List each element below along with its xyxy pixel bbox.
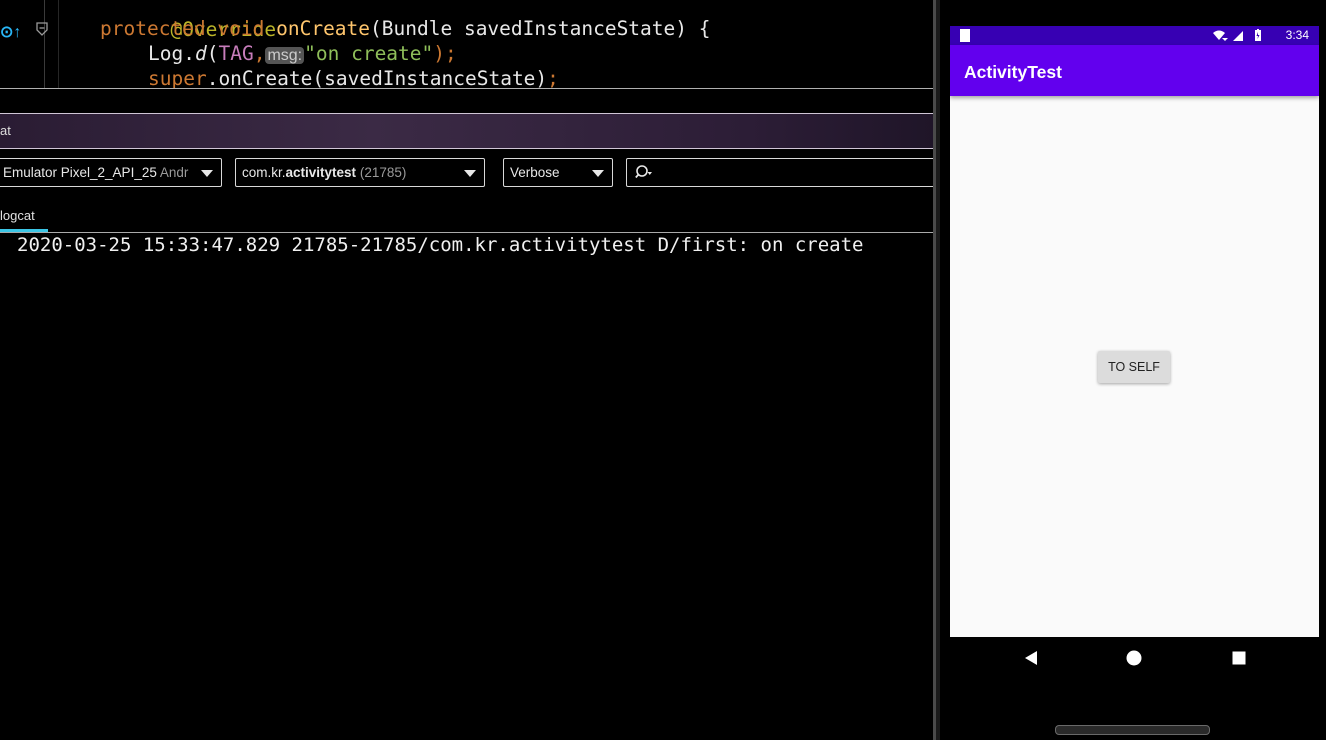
signal-battery-icons [1213,29,1261,41]
device-dropdown[interactable]: Emulator Pixel_2_API_25 Andrc [0,158,222,187]
home-icon[interactable] [1126,650,1142,666]
logcat-toolwindow-header[interactable]: at [0,113,935,149]
chevron-down-icon [201,170,213,177]
search-icon[interactable] [635,164,653,182]
recents-icon[interactable] [1231,650,1247,666]
device-screen[interactable]: 3:34 ActivityTest TO SELF [950,26,1319,637]
tab-logcat[interactable]: logcat [0,208,35,223]
emulator-window: 3:34 ActivityTest TO SELF [940,0,1326,740]
fold-icon[interactable] [36,22,48,36]
back-icon[interactable] [1023,650,1039,666]
app-title: ActivityTest [964,62,1062,82]
status-bar: 3:34 [950,26,1319,45]
code-editor[interactable]: ⊙↑ @Override protected void onCreate(Bun… [0,0,935,88]
process-dropdown[interactable]: com.kr.activitytest (21785) [235,158,485,187]
chevron-down-icon [464,170,476,177]
log-entry[interactable]: 2020-03-25 15:33:47.829 21785-21785/com.… [17,234,863,256]
panel-separator[interactable] [0,88,935,89]
gutter-fold-line [58,0,59,88]
chevron-down-icon [592,170,604,177]
ide-window: ⊙↑ @Override protected void onCreate(Bun… [0,0,946,740]
gutter-divider [44,0,45,88]
tab-strip-border [0,232,935,233]
emulator-scrollbar[interactable] [1055,725,1210,735]
code-line-super-call: super.onCreate(savedInstanceState); [148,67,559,88]
code-line-log-call: Log.d(TAG, msg: "on create"); [148,42,457,65]
log-level-dropdown[interactable]: Verbose [503,158,613,187]
override-marker-icon[interactable]: ⊙↑ [0,22,21,42]
navigation-bar [950,637,1319,681]
status-clock: 3:34 [1285,28,1309,42]
code-line-method-signature: protected void onCreate(Bundle savedInst… [100,17,711,40]
logcat-search-input[interactable] [626,158,946,187]
sd-card-icon [960,29,970,42]
toolwindow-title: at [0,123,11,138]
parameter-hint: msg: [265,47,305,64]
to-self-button[interactable]: TO SELF [1098,351,1170,383]
app-bar: ActivityTest [950,45,1319,96]
